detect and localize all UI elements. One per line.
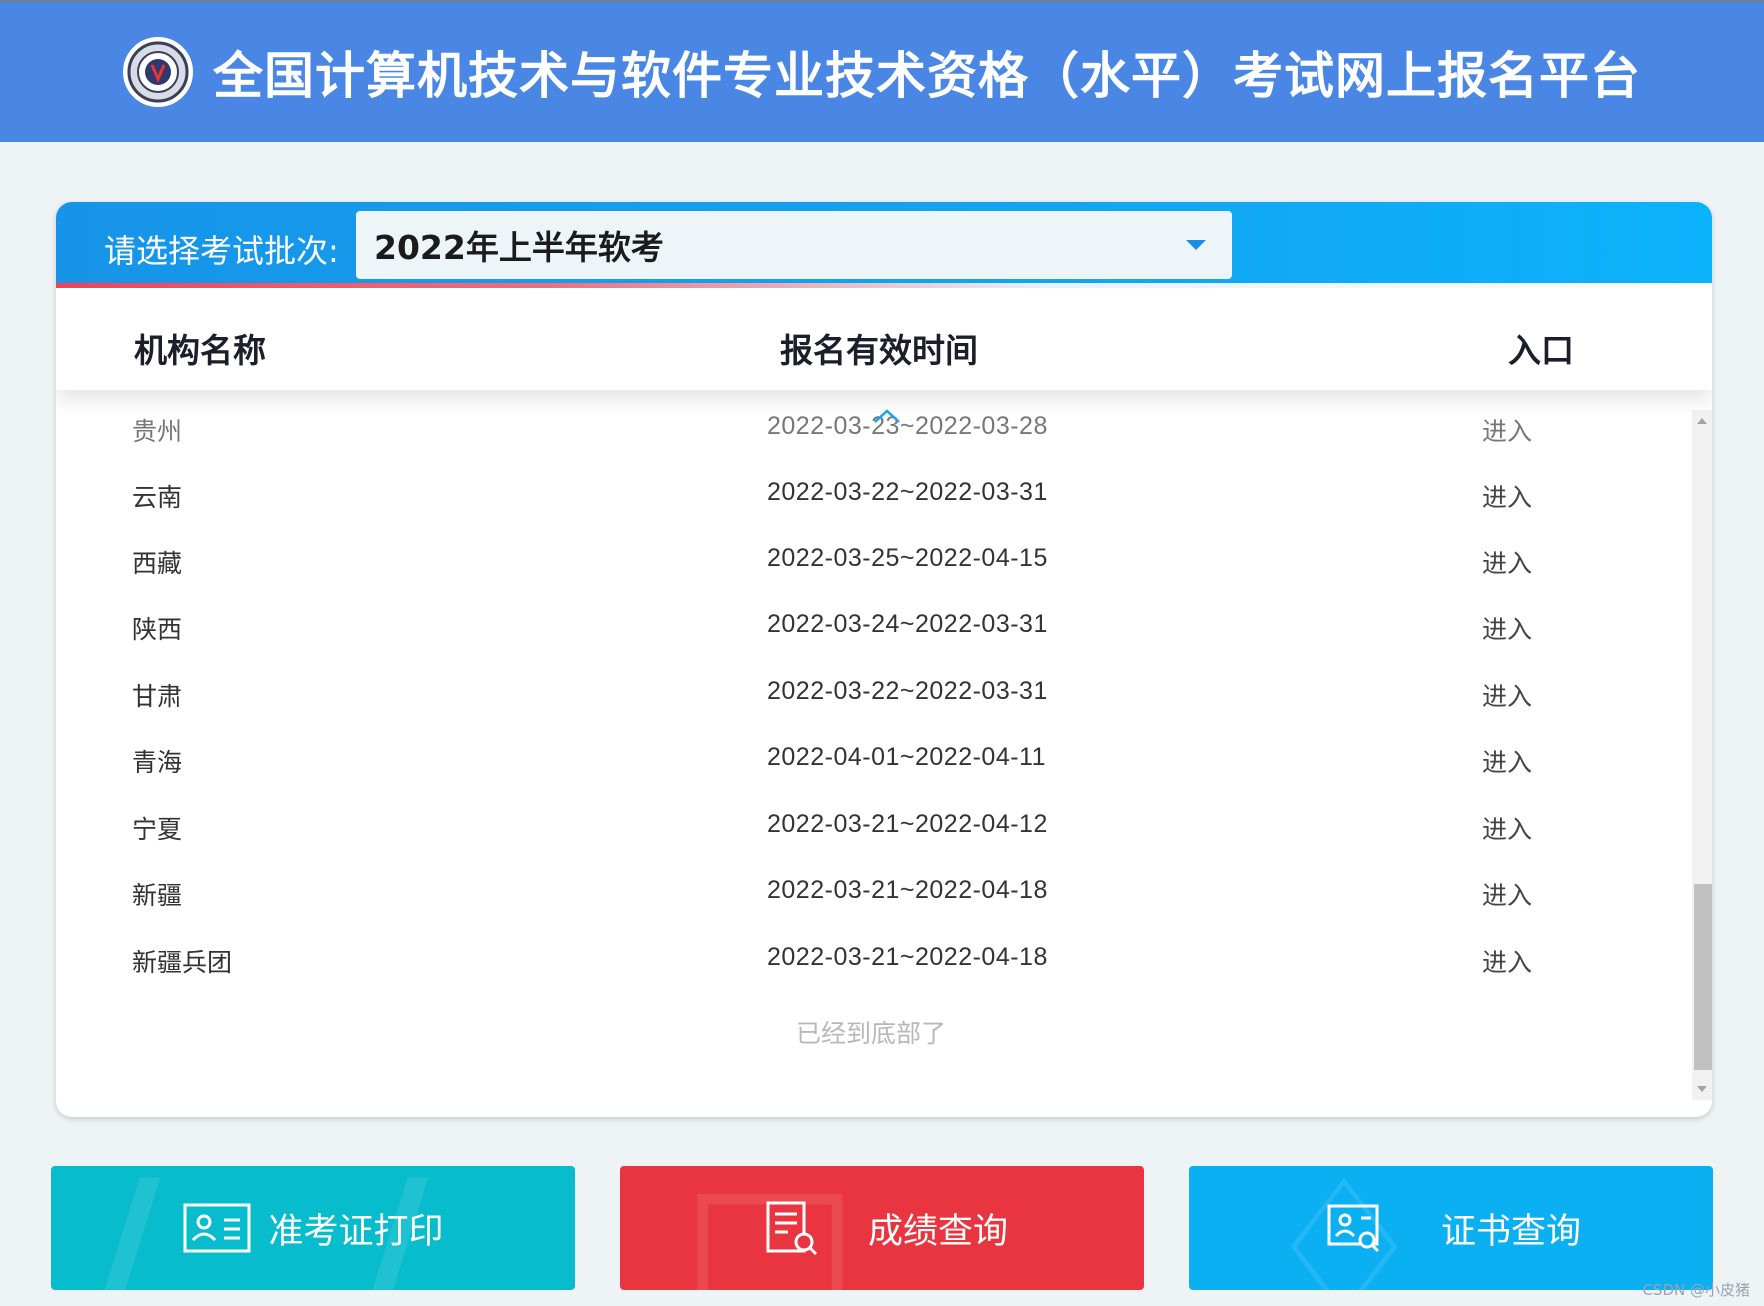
org-name: 青海 <box>132 748 183 777</box>
valid-time: 2022-03-22~2022-03-31 <box>767 677 1048 705</box>
background-decoration: / / <box>91 1166 429 1290</box>
table-row: 新疆兵团 2022-03-21~2022-04-18 进入 <box>56 933 1692 999</box>
table-header: 机构名称 报名有效时间 入口 <box>56 288 1712 390</box>
org-name: 甘肃 <box>132 682 183 711</box>
caret-down-icon <box>1186 240 1206 250</box>
batch-select-value: 2022年上半年软考 <box>374 228 664 267</box>
table-row: 青海 2022-04-01~2022-04-11 进入 <box>56 733 1692 799</box>
valid-time: 2022-03-24~2022-03-31 <box>767 610 1048 638</box>
table-row: 宁夏 2022-03-21~2022-04-12 进入 <box>56 800 1692 866</box>
background-decoration: □ <box>680 1166 860 1290</box>
valid-time: 2022-03-23~2022-03-28 <box>767 412 1048 440</box>
org-name: 西藏 <box>132 549 183 578</box>
valid-time: 2022-03-25~2022-04-15 <box>767 544 1048 572</box>
certificate-query-button[interactable]: ♢ 证书查询 <box>1189 1166 1713 1290</box>
table-row: 西藏 2022-03-25~2022-04-15 进入 <box>56 534 1692 600</box>
valid-time: 2022-03-21~2022-04-18 <box>767 876 1048 904</box>
site-header: 全国计算机技术与软件专业技术资格（水平）考试网上报名平台 <box>0 2 1764 142</box>
watermark: CSDN @小皮猪 <box>1642 1281 1750 1299</box>
valid-time: 2022-04-01~2022-04-11 <box>767 743 1047 771</box>
background-decoration: ♢ <box>1259 1166 1430 1290</box>
enter-link[interactable]: 进入 <box>1482 677 1532 713</box>
org-name: 新疆兵团 <box>132 948 233 977</box>
certificate-query-label: 证书查询 <box>1440 1211 1581 1252</box>
valid-time: 2022-03-21~2022-04-18 <box>767 943 1048 971</box>
table-body: 贵州 2022-03-23~2022-03-28 进入 云南 2022-03-2… <box>56 402 1692 1117</box>
scrollbar-thumb[interactable] <box>1694 884 1712 1070</box>
score-query-button[interactable]: □ 成绩查询 <box>620 1166 1144 1290</box>
table-row: 陕西 2022-03-24~2022-03-31 进入 <box>56 600 1692 666</box>
column-header-time: 报名有效时间 <box>780 331 978 370</box>
admission-ticket-print-button[interactable]: / / 准考证打印 <box>51 1166 575 1290</box>
score-query-label: 成绩查询 <box>867 1211 1008 1252</box>
rk-seal-logo-icon <box>123 37 193 107</box>
chevron-up-icon[interactable] <box>873 408 901 424</box>
scroll-down-arrow-icon[interactable] <box>1697 1086 1707 1092</box>
org-name: 陕西 <box>132 615 183 644</box>
column-header-entry: 入口 <box>1508 331 1574 370</box>
column-header-org: 机构名称 <box>134 331 266 370</box>
enter-link[interactable]: 进入 <box>1482 478 1532 514</box>
action-buttons: / / 准考证打印 □ 成绩查询 ♢ 证书查询 <box>0 1166 1764 1290</box>
enter-link[interactable]: 进入 <box>1482 743 1532 779</box>
org-name: 宁夏 <box>132 815 183 844</box>
end-of-list-note: 已经到底部了 <box>796 1019 947 1048</box>
enter-link[interactable]: 进入 <box>1482 544 1532 580</box>
batch-select[interactable]: 2022年上半年软考 <box>356 211 1232 279</box>
registration-panel: 请选择考试批次: 2022年上半年软考 机构名称 报名有效时间 入口 贵州 20… <box>56 202 1712 1117</box>
table-row: 新疆 2022-03-21~2022-04-18 进入 <box>56 866 1692 932</box>
valid-time: 2022-03-21~2022-04-12 <box>767 810 1048 838</box>
table-row: 甘肃 2022-03-22~2022-03-31 进入 <box>56 667 1692 733</box>
scroll-up-arrow-icon[interactable] <box>1697 418 1707 424</box>
table-row: 云南 2022-03-22~2022-03-31 进入 <box>56 468 1692 534</box>
enter-link[interactable]: 进入 <box>1482 810 1532 846</box>
site-title: 全国计算机技术与软件专业技术资格（水平）考试网上报名平台 <box>213 47 1641 105</box>
org-name: 贵州 <box>132 417 183 446</box>
enter-link[interactable]: 进入 <box>1482 943 1532 979</box>
org-name: 新疆 <box>132 881 183 910</box>
enter-link[interactable]: 进入 <box>1482 876 1532 912</box>
scrollbar[interactable] <box>1692 410 1712 1100</box>
enter-link[interactable]: 进入 <box>1482 610 1532 646</box>
batch-bar: 请选择考试批次: 2022年上半年软考 <box>56 202 1712 288</box>
valid-time: 2022-03-22~2022-03-31 <box>767 478 1048 506</box>
batch-label: 请选择考试批次: <box>104 232 339 270</box>
org-name: 云南 <box>132 483 183 512</box>
enter-link[interactable]: 进入 <box>1482 412 1532 448</box>
